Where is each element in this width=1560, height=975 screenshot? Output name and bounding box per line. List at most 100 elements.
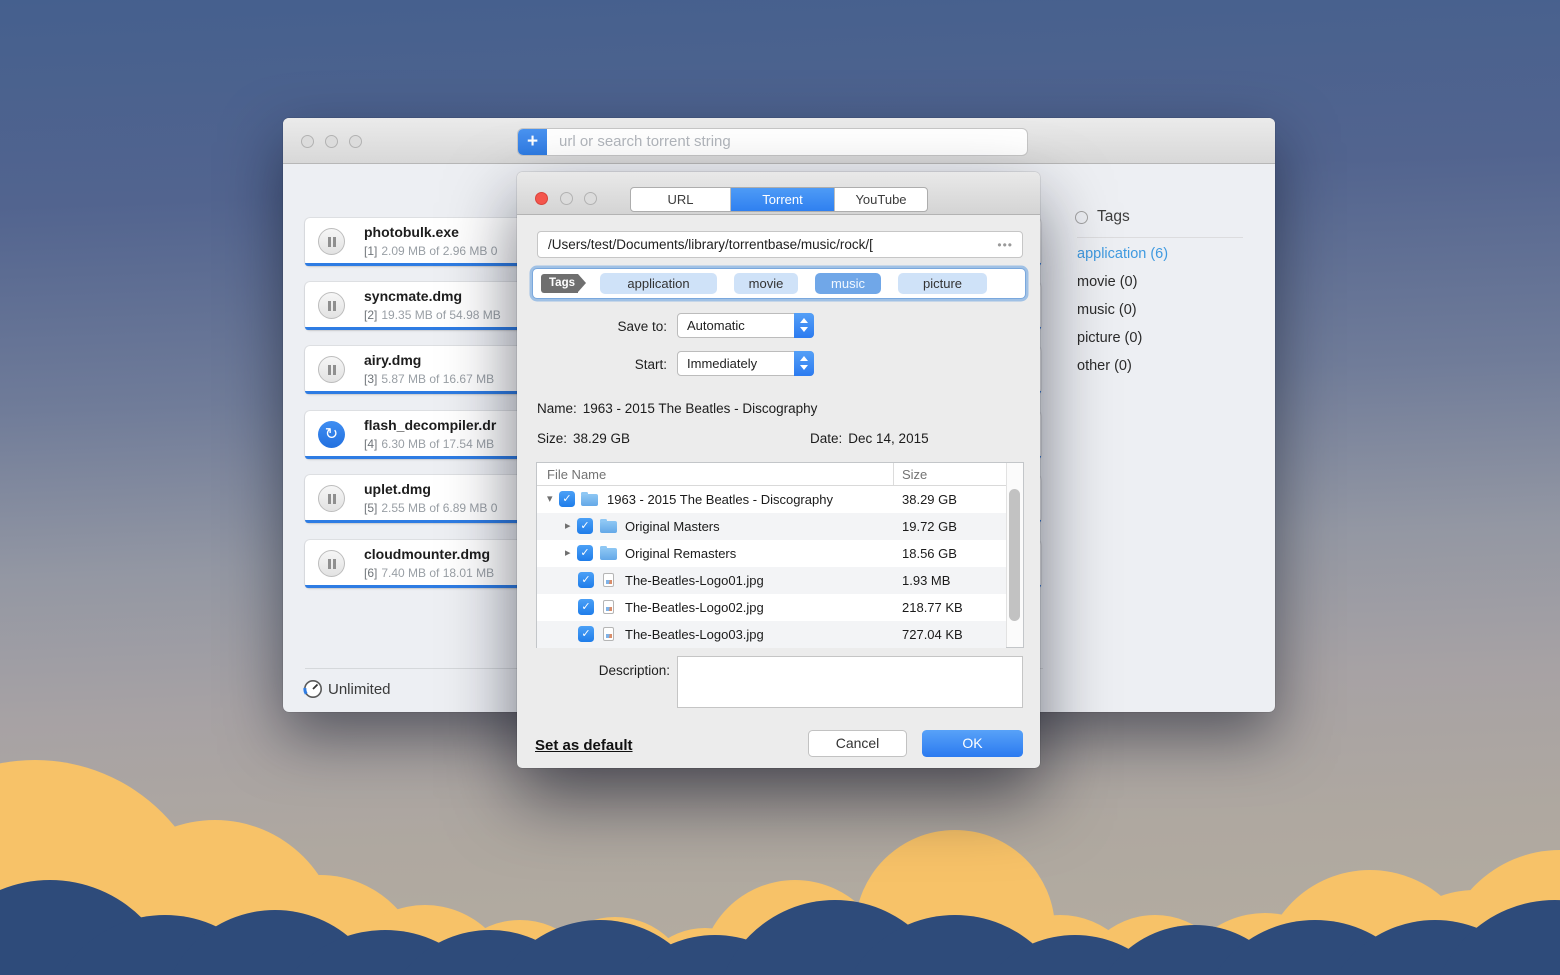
cancel-button[interactable]: Cancel bbox=[808, 730, 907, 757]
file-size: 18.56 GB bbox=[902, 546, 957, 561]
download-name: flash_decompiler.dr bbox=[364, 417, 496, 433]
torrent-name-line: Name:1963 - 2015 The Beatles - Discograp… bbox=[537, 401, 817, 416]
close-button[interactable] bbox=[301, 135, 314, 148]
tag-option-application[interactable]: application bbox=[600, 273, 717, 294]
folder-icon bbox=[581, 494, 598, 506]
image-file-icon bbox=[603, 600, 614, 614]
pause-icon[interactable] bbox=[318, 485, 345, 512]
torrent-path-field[interactable]: /Users/test/Documents/library/torrentbas… bbox=[537, 231, 1023, 258]
file-size: 1.93 MB bbox=[902, 573, 950, 588]
checkbox-checked[interactable]: ✓ bbox=[577, 545, 593, 561]
file-name: 1963 - 2015 The Beatles - Discography bbox=[607, 492, 833, 507]
table-row[interactable]: ✓ The-Beatles-Logo02.jpg 218.77 KB bbox=[537, 594, 1006, 621]
checkbox-checked[interactable]: ✓ bbox=[559, 491, 575, 507]
image-file-icon bbox=[603, 573, 614, 587]
tag-option-movie[interactable]: movie bbox=[734, 273, 798, 294]
expander-closed-icon[interactable]: ▸ bbox=[565, 546, 571, 559]
checkbox-checked[interactable]: ✓ bbox=[577, 518, 593, 534]
download-name: cloudmounter.dmg bbox=[364, 546, 490, 562]
download-info: [5]2.55 MB of 6.89 MB 0 bbox=[364, 501, 497, 515]
main-titlebar: + url or search torrent string bbox=[283, 118, 1275, 164]
expander-closed-icon[interactable]: ▸ bbox=[565, 519, 571, 532]
image-file-icon bbox=[603, 627, 614, 641]
tags-panel-divider bbox=[1077, 237, 1243, 238]
pause-icon[interactable] bbox=[318, 292, 345, 319]
save-to-label: Save to: bbox=[517, 319, 667, 334]
file-name: Original Masters bbox=[625, 519, 720, 534]
downloading-icon[interactable]: ↻ bbox=[318, 421, 345, 448]
file-size: 38.29 GB bbox=[902, 492, 957, 507]
speed-limit-control[interactable]: Unlimited bbox=[303, 678, 391, 700]
start-select[interactable]: Immediately bbox=[677, 351, 814, 376]
tag-option-picture[interactable]: picture bbox=[898, 273, 987, 294]
desktop: + url or search torrent string photobulk… bbox=[0, 0, 1560, 975]
pause-icon[interactable] bbox=[318, 550, 345, 577]
tag-filter-other[interactable]: other (0) bbox=[1077, 358, 1132, 374]
table-header: File Name Size bbox=[537, 463, 1023, 486]
pause-icon[interactable] bbox=[318, 356, 345, 383]
minimize-button[interactable] bbox=[560, 192, 573, 205]
download-name: photobulk.exe bbox=[364, 224, 459, 240]
table-row[interactable]: ✓ The-Beatles-Logo01.jpg 1.93 MB bbox=[537, 567, 1006, 594]
minimize-button[interactable] bbox=[325, 135, 338, 148]
stepper-icon bbox=[794, 313, 814, 338]
stepper-icon bbox=[794, 351, 814, 376]
file-size: 218.77 KB bbox=[902, 600, 963, 615]
zoom-button[interactable] bbox=[584, 192, 597, 205]
description-input[interactable] bbox=[677, 656, 1023, 708]
tab-url[interactable]: URL bbox=[631, 188, 731, 211]
column-divider bbox=[893, 463, 894, 485]
speedometer-icon bbox=[303, 679, 323, 699]
torrent-path-value: /Users/test/Documents/library/torrentbas… bbox=[538, 237, 988, 252]
tags-filter-icon bbox=[1075, 211, 1088, 224]
download-info: [2]19.35 MB of 54.98 MB bbox=[364, 308, 501, 322]
checkbox-checked[interactable]: ✓ bbox=[578, 599, 594, 615]
tags-panel-title: Tags bbox=[1097, 208, 1130, 226]
tab-torrent[interactable]: Torrent bbox=[731, 188, 835, 211]
search-bar: + url or search torrent string bbox=[517, 128, 1028, 156]
download-info: [6]7.40 MB of 18.01 MB bbox=[364, 566, 494, 580]
expander-open-icon[interactable]: ▾ bbox=[547, 492, 553, 505]
add-torrent-button[interactable]: + bbox=[518, 129, 547, 155]
column-size[interactable]: Size bbox=[902, 467, 927, 482]
torrent-date-line: Date:Dec 14, 2015 bbox=[810, 431, 929, 446]
file-size: 727.04 KB bbox=[902, 627, 963, 642]
save-to-value: Automatic bbox=[687, 318, 745, 333]
checkbox-checked[interactable]: ✓ bbox=[578, 626, 594, 642]
table-row[interactable]: ▸ ✓ Original Remasters 18.56 GB bbox=[537, 540, 1006, 567]
table-scrollbar[interactable] bbox=[1006, 463, 1023, 647]
file-name: The-Beatles-Logo03.jpg bbox=[625, 627, 764, 642]
tag-filter-application[interactable]: application (6) bbox=[1077, 246, 1168, 262]
close-button[interactable] bbox=[535, 192, 548, 205]
dialog-titlebar: URL Torrent YouTube bbox=[517, 172, 1040, 215]
browse-button[interactable]: ••• bbox=[988, 238, 1022, 252]
file-size: 19.72 GB bbox=[902, 519, 957, 534]
start-label: Start: bbox=[517, 357, 667, 372]
download-info: [3]5.87 MB of 16.67 MB bbox=[364, 372, 494, 386]
table-row[interactable]: ▸ ✓ Original Masters 19.72 GB bbox=[537, 513, 1006, 540]
table-row[interactable]: ✓ The-Beatles-Logo03.jpg 727.04 KB bbox=[537, 621, 1006, 648]
tag-option-music[interactable]: music bbox=[815, 273, 881, 294]
zoom-button[interactable] bbox=[349, 135, 362, 148]
download-info: [4]6.30 MB of 17.54 MB bbox=[364, 437, 494, 451]
tab-youtube[interactable]: YouTube bbox=[835, 188, 927, 211]
tags-field[interactable]: Tags application movie music picture bbox=[533, 269, 1025, 298]
save-to-select[interactable]: Automatic bbox=[677, 313, 814, 338]
speed-label: Unlimited bbox=[328, 681, 391, 698]
pause-icon[interactable] bbox=[318, 228, 345, 255]
tag-filter-music[interactable]: music (0) bbox=[1077, 302, 1137, 318]
tag-filter-picture[interactable]: picture (0) bbox=[1077, 330, 1142, 346]
scrollbar-thumb[interactable] bbox=[1009, 489, 1020, 621]
ok-button[interactable]: OK bbox=[922, 730, 1023, 757]
checkbox-checked[interactable]: ✓ bbox=[578, 572, 594, 588]
file-table: File Name Size ▾ ✓ 1963 - 2015 The Beatl… bbox=[536, 462, 1024, 648]
set-as-default-link[interactable]: Set as default bbox=[535, 737, 633, 754]
column-file-name[interactable]: File Name bbox=[547, 467, 606, 482]
tag-filter-movie[interactable]: movie (0) bbox=[1077, 274, 1137, 290]
search-input[interactable]: url or search torrent string bbox=[547, 129, 1027, 155]
start-value: Immediately bbox=[687, 356, 757, 371]
description-label: Description: bbox=[517, 663, 670, 678]
table-row[interactable]: ▾ ✓ 1963 - 2015 The Beatles - Discograph… bbox=[537, 486, 1006, 513]
folder-icon bbox=[600, 521, 617, 533]
download-name: uplet.dmg bbox=[364, 481, 431, 497]
